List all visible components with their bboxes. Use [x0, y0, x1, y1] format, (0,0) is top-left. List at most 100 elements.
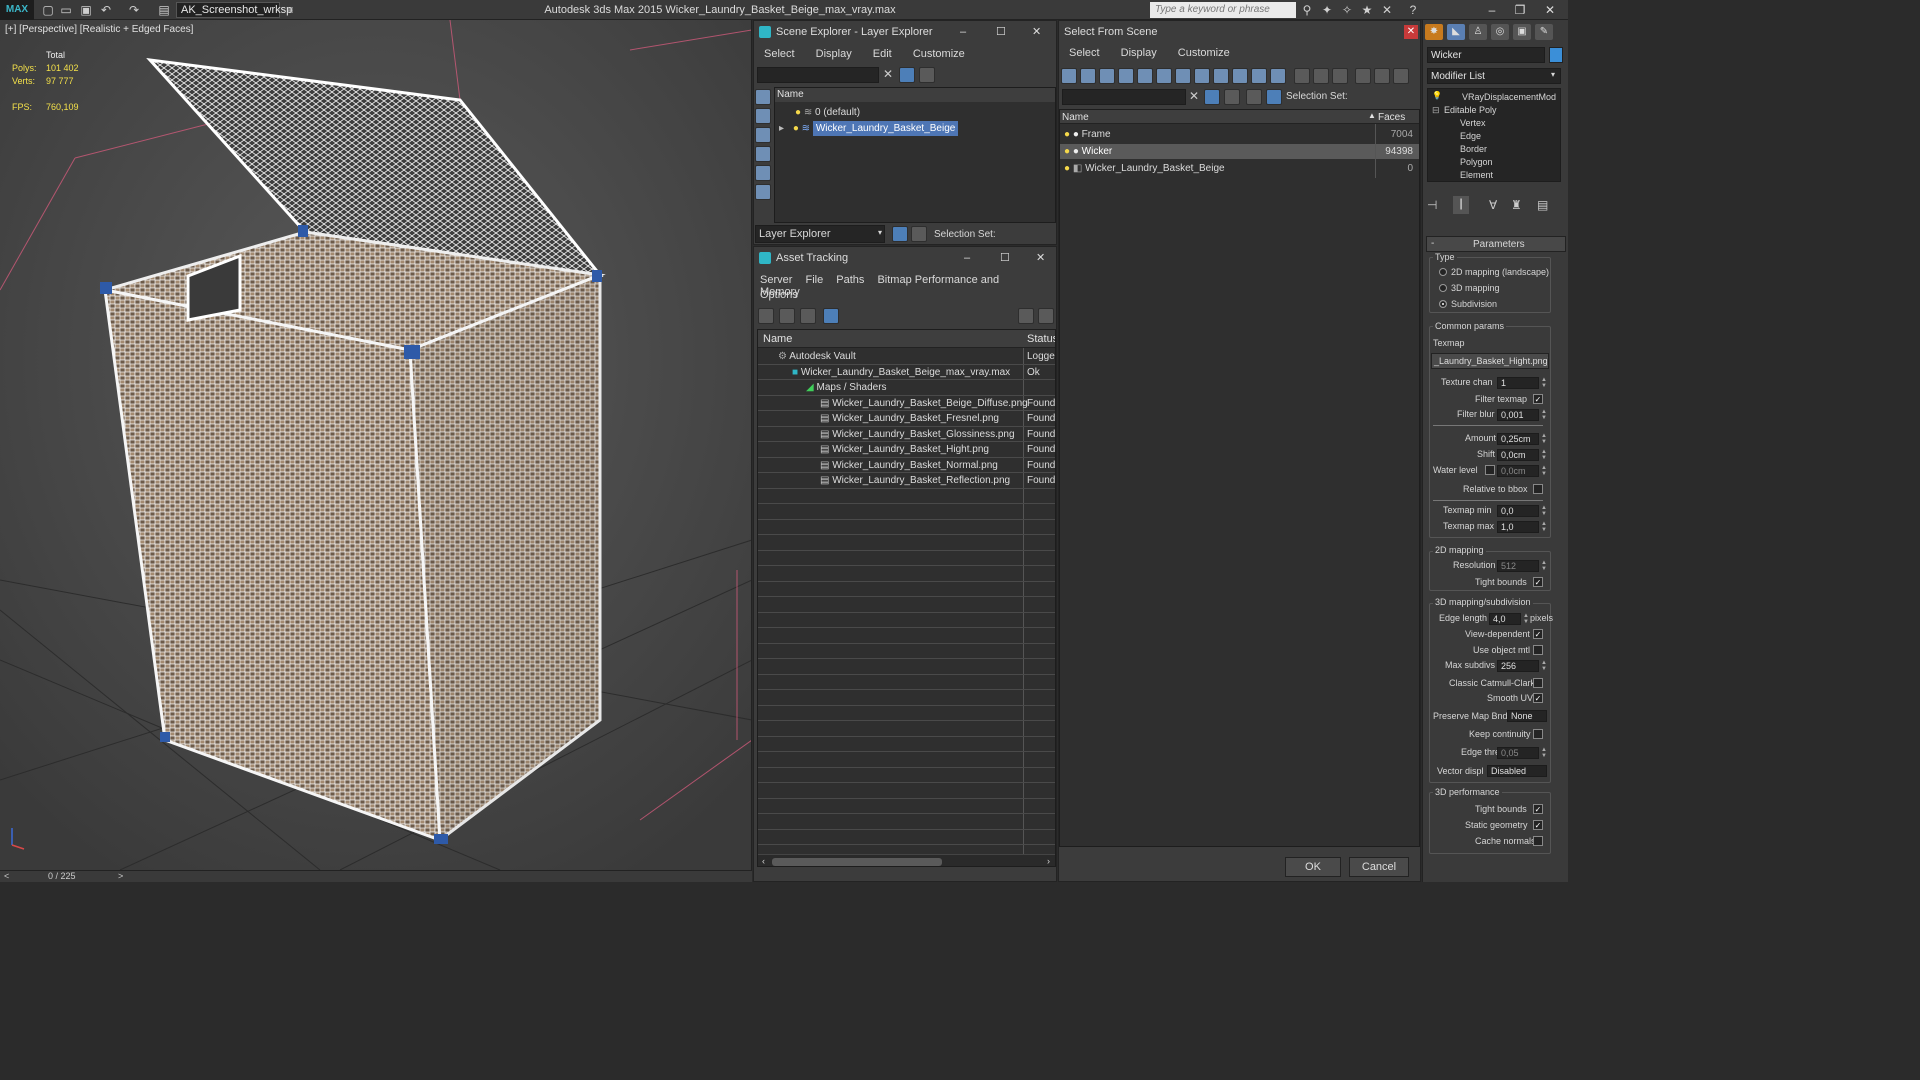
asset-row-max-file[interactable]: ■ Wicker_Laundry_Basket_Beige_max_vray.m… [792, 365, 1010, 380]
water-level-checkbox[interactable] [1485, 465, 1495, 475]
object-row-frame[interactable]: ● ● Frame 7004 [1060, 127, 1419, 142]
parameters-rollout-header[interactable]: - Parameters [1426, 236, 1566, 252]
scene-explorer-search[interactable] [757, 67, 879, 83]
asset-tracking-titlebar[interactable]: Asset Tracking – ☐ ✕ [754, 247, 1056, 269]
texmap-max-input[interactable]: 1,0 [1497, 521, 1539, 533]
perspective-viewport[interactable]: [+] [Perspective] [Realistic + Edged Fac… [0, 20, 752, 870]
layer-tools-icon[interactable] [919, 67, 935, 83]
select-tool-icon[interactable] [1313, 68, 1329, 84]
select-search-input[interactable] [1062, 89, 1186, 105]
open-folder-icon[interactable]: ▭ [58, 2, 74, 18]
light-bulb-icon[interactable]: ● [793, 123, 799, 134]
select-tool-icon[interactable] [1251, 68, 1267, 84]
create-tab-icon[interactable]: ✸ [1425, 24, 1443, 40]
edge-length-spinner[interactable]: ▲ ▼ [1523, 613, 1529, 625]
menu-customize[interactable]: Customize [913, 48, 965, 60]
light-bulb-icon[interactable]: ● [1064, 163, 1070, 174]
utilities-tab-icon[interactable]: ✎ [1535, 24, 1553, 40]
texmap-min-spinner[interactable]: ▲ ▼ [1541, 505, 1547, 517]
undo-icon[interactable]: ↶ [98, 2, 114, 18]
light-bulb-icon[interactable]: ● [1064, 146, 1070, 157]
layer-tools-icon[interactable] [1224, 89, 1240, 105]
menu-select[interactable]: Select [764, 48, 795, 60]
asset-row-hight[interactable]: ▤ Wicker_Laundry_Basket_Hight.png [820, 442, 989, 457]
menu-file[interactable]: File [805, 274, 823, 286]
classic-catmull-checkbox[interactable] [1533, 678, 1543, 688]
object-row-group[interactable]: ● ◧ Wicker_Laundry_Basket_Beige 0 [1060, 161, 1419, 176]
cache-normals-checkbox[interactable] [1533, 836, 1543, 846]
clear-search-icon[interactable]: ✕ [883, 67, 893, 81]
edge-length-input[interactable]: 4,0 [1489, 613, 1521, 625]
sort-arrow-icon[interactable]: ▲ [1368, 111, 1376, 120]
column-name-header[interactable]: Name [1062, 112, 1089, 123]
select-tool-icon[interactable] [1118, 68, 1134, 84]
select-tool-icon[interactable] [1156, 68, 1172, 84]
new-file-icon[interactable]: ▢ [40, 2, 56, 18]
asset-row-diffuse[interactable]: ▤ Wicker_Laundry_Basket_Beige_Diffuse.pn… [820, 396, 1028, 411]
select-tool-icon[interactable] [1061, 68, 1077, 84]
help-icon[interactable] [1018, 308, 1034, 324]
column-status-header[interactable]: Status [1027, 333, 1055, 345]
shift-input[interactable]: 0,0cm [1497, 449, 1539, 461]
time-prev-button[interactable]: < [4, 871, 9, 881]
workspace-menu-icon[interactable]: ≡ [282, 2, 298, 18]
light-bulb-icon[interactable]: ● [1064, 129, 1070, 140]
time-slider[interactable]: < 0 / 225 > [0, 870, 752, 882]
motion-tab-icon[interactable]: ◎ [1491, 24, 1509, 40]
menu-display[interactable]: Display [1121, 47, 1157, 59]
hierarchy-icon[interactable] [911, 226, 927, 242]
select-tool-icon[interactable] [1355, 68, 1371, 84]
workspace-dropdown[interactable]: AK_Screenshot_wrksp [176, 2, 292, 18]
keep-continuity-checkbox[interactable] [1533, 729, 1543, 739]
settings-icon[interactable] [1038, 308, 1054, 324]
ok-button[interactable]: OK [1285, 857, 1341, 877]
stack-item-vraydisplacement[interactable]: VRayDisplacementMod [1462, 92, 1556, 102]
tight-bounds-3d-checkbox[interactable]: ✓ [1533, 804, 1543, 814]
save-icon[interactable]: ▣ [78, 2, 94, 18]
sel-icon-5[interactable] [755, 165, 771, 181]
filter-texmap-checkbox[interactable]: ✓ [1533, 394, 1543, 404]
scroll-left-icon[interactable]: ‹ [762, 856, 765, 866]
sel-icon-4[interactable] [755, 146, 771, 162]
amount-input[interactable]: 0,25cm [1497, 433, 1539, 445]
search-input[interactable]: Type a keyword or phrase [1150, 2, 1296, 18]
make-unique-icon[interactable]: ∀ [1489, 198, 1497, 212]
amount-spinner[interactable]: ▲ ▼ [1541, 433, 1547, 445]
water-level-spinner[interactable]: ▲ ▼ [1541, 465, 1547, 477]
max-subdivs-input[interactable]: 256 [1497, 660, 1539, 672]
maximize-icon[interactable]: ☐ [1000, 247, 1010, 269]
radio-2d-mapping[interactable] [1439, 268, 1447, 276]
minimize-icon[interactable]: – [964, 247, 970, 269]
modifier-list-dropdown[interactable]: Modifier List [1427, 68, 1561, 84]
tree-item-default-layer[interactable]: ● ≋ 0 (default) [775, 105, 1055, 120]
sel-icon-6[interactable] [755, 184, 771, 200]
minimize-icon[interactable]: – [1478, 0, 1506, 20]
select-tool-icon[interactable] [1080, 68, 1096, 84]
tree-item-basket-layer[interactable]: ▸ ● ≋ Wicker_Laundry_Basket_Beige [775, 121, 1055, 136]
close-icon[interactable]: ✕ [1536, 0, 1564, 20]
select-from-scene-titlebar[interactable]: Select From Scene ✕ [1059, 21, 1420, 43]
filter-icon[interactable] [899, 67, 915, 83]
tools-icon[interactable]: ✦ [1318, 2, 1336, 18]
close-icon[interactable]: ✕ [1032, 21, 1041, 43]
relative-bbox-checkbox[interactable] [1533, 484, 1543, 494]
filter-blur-input[interactable]: 0,001 [1497, 409, 1539, 421]
select-tool-icon[interactable] [1393, 68, 1409, 84]
collapse-icon[interactable]: ⊟ [1432, 105, 1440, 116]
menu-display[interactable]: Display [816, 48, 852, 60]
stack-item-editable-poly[interactable]: Editable Poly [1444, 105, 1497, 115]
redo-icon[interactable]: ↷ [126, 2, 142, 18]
edge-thresh-input[interactable]: 0,05 [1497, 747, 1539, 759]
static-geometry-checkbox[interactable]: ✓ [1533, 820, 1543, 830]
stack-item-polygon[interactable]: Polygon [1460, 157, 1493, 167]
asset-row-glossiness[interactable]: ▤ Wicker_Laundry_Basket_Glossiness.png [820, 427, 1015, 442]
stack-item-border[interactable]: Border [1460, 144, 1487, 154]
edge-thresh-spinner[interactable]: ▲ ▼ [1541, 747, 1547, 759]
texture-chan-spinner[interactable]: ▲ ▼ [1541, 377, 1547, 389]
light-bulb-icon[interactable]: 💡 [1432, 91, 1442, 100]
sel-icon-2[interactable] [755, 108, 771, 124]
vector-displ-dropdown[interactable]: Disabled [1487, 765, 1547, 777]
column-name-header[interactable]: Name [775, 88, 1055, 102]
texmap-button[interactable]: _Laundry_Basket_Hight.png) [1431, 353, 1549, 369]
star-icon[interactable]: ★ [1358, 2, 1376, 18]
